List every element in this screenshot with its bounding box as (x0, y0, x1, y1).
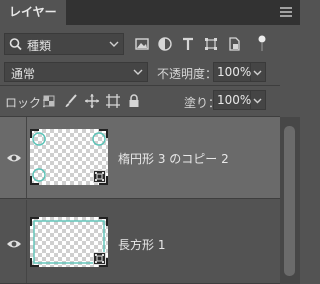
adjustment-filter-icon[interactable] (156, 35, 174, 53)
smart-object-filter-icon[interactable] (225, 35, 243, 53)
search-icon (8, 35, 24, 53)
layer-row[interactable]: 長方形 1 (0, 200, 280, 284)
scrollbar-thumb[interactable] (284, 126, 295, 276)
filter-kind-select[interactable]: 種類 (4, 33, 124, 55)
filter-toggle-icon[interactable] (258, 34, 266, 52)
filter-kind-label: 種類 (27, 39, 52, 53)
vector-mask-badge-icon (93, 252, 106, 265)
layer-thumbnail[interactable] (30, 217, 108, 267)
divider (26, 117, 27, 198)
opacity-dropdown-button[interactable] (251, 62, 266, 82)
hamburger-menu-icon[interactable] (278, 4, 294, 20)
divider (0, 85, 280, 86)
lock-position-icon[interactable] (83, 92, 101, 110)
eye-icon[interactable] (6, 236, 22, 252)
text-filter-icon[interactable] (179, 35, 197, 53)
fill-input[interactable]: 100% (213, 90, 251, 110)
lock-all-icon[interactable] (125, 92, 143, 110)
opacity-input[interactable]: 100% (213, 62, 251, 82)
opacity-label: 不透明度： (157, 67, 218, 81)
shape-filter-icon[interactable] (202, 35, 220, 53)
blend-mode-label: 通常 (11, 67, 36, 81)
layer-name: 楕円形 3 のコピー 2 (118, 152, 229, 166)
eye-icon[interactable] (6, 150, 22, 166)
layer-row[interactable]: 楕円形 3 のコピー 2 (0, 117, 280, 199)
chevron-down-icon (109, 39, 119, 49)
divider (26, 200, 27, 283)
layers-list: 楕円形 3 のコピー 2 長方形 1 (0, 117, 280, 284)
tab-layers[interactable]: レイヤー (0, 0, 66, 25)
chevron-down-icon (133, 67, 143, 77)
fill-dropdown-button[interactable] (251, 90, 266, 110)
lock-transparent-icon[interactable] (40, 92, 58, 110)
vector-mask-badge-icon (93, 170, 106, 183)
blend-mode-select[interactable]: 通常 (4, 62, 148, 82)
layer-name: 長方形 1 (118, 238, 166, 252)
lock-artboard-icon[interactable] (104, 92, 122, 110)
layer-thumbnail[interactable] (30, 129, 108, 185)
lock-image-icon[interactable] (62, 92, 80, 110)
image-filter-icon[interactable] (133, 35, 151, 53)
